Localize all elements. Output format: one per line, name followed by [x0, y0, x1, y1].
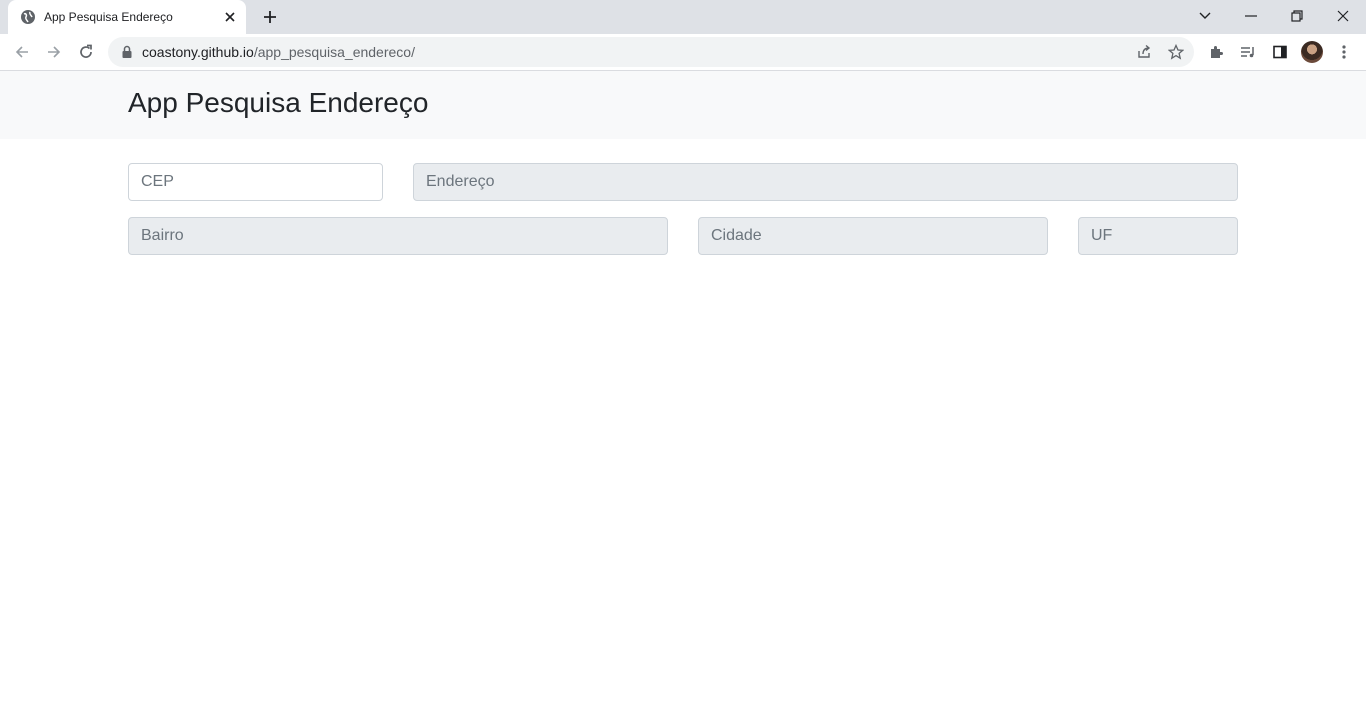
- page-title: App Pesquisa Endereço: [128, 87, 429, 118]
- minimize-icon[interactable]: [1239, 4, 1263, 28]
- profile-avatar[interactable]: [1301, 41, 1323, 63]
- window-close-icon[interactable]: [1331, 4, 1355, 28]
- share-icon[interactable]: [1134, 42, 1154, 62]
- extensions-puzzle-icon[interactable]: [1204, 40, 1228, 64]
- side-panel-icon[interactable]: [1268, 40, 1292, 64]
- cidade-input[interactable]: [698, 217, 1048, 255]
- globe-icon: [20, 9, 36, 25]
- tab-search-icon[interactable]: [1193, 4, 1217, 28]
- browser-tabstrip: App Pesquisa Endereço: [0, 0, 1366, 34]
- bairro-input[interactable]: [128, 217, 668, 255]
- more-menu-icon[interactable]: [1332, 40, 1356, 64]
- restore-icon[interactable]: [1285, 4, 1309, 28]
- reload-icon[interactable]: [74, 40, 98, 64]
- close-icon[interactable]: [222, 9, 238, 25]
- new-tab-button[interactable]: [260, 7, 280, 27]
- browser-tab[interactable]: App Pesquisa Endereço: [8, 0, 246, 34]
- tab-title: App Pesquisa Endereço: [44, 10, 173, 24]
- bookmark-star-icon[interactable]: [1166, 42, 1186, 62]
- media-queue-icon[interactable]: [1236, 40, 1260, 64]
- browser-toolbar: coastony.github.io/app_pesquisa_endereco…: [0, 34, 1366, 71]
- forward-arrow-icon[interactable]: [42, 40, 66, 64]
- endereco-input[interactable]: [413, 163, 1238, 201]
- back-arrow-icon[interactable]: [10, 40, 34, 64]
- url-host: coastony.github.io: [142, 44, 254, 60]
- navbar: App Pesquisa Endereço: [0, 71, 1366, 139]
- url-text: coastony.github.io/app_pesquisa_endereco…: [142, 44, 415, 60]
- cep-input[interactable]: [128, 163, 383, 201]
- url-path: /app_pesquisa_endereco/: [253, 44, 415, 60]
- lock-icon[interactable]: [120, 45, 134, 59]
- address-bar[interactable]: coastony.github.io/app_pesquisa_endereco…: [108, 37, 1194, 67]
- uf-input[interactable]: [1078, 217, 1238, 255]
